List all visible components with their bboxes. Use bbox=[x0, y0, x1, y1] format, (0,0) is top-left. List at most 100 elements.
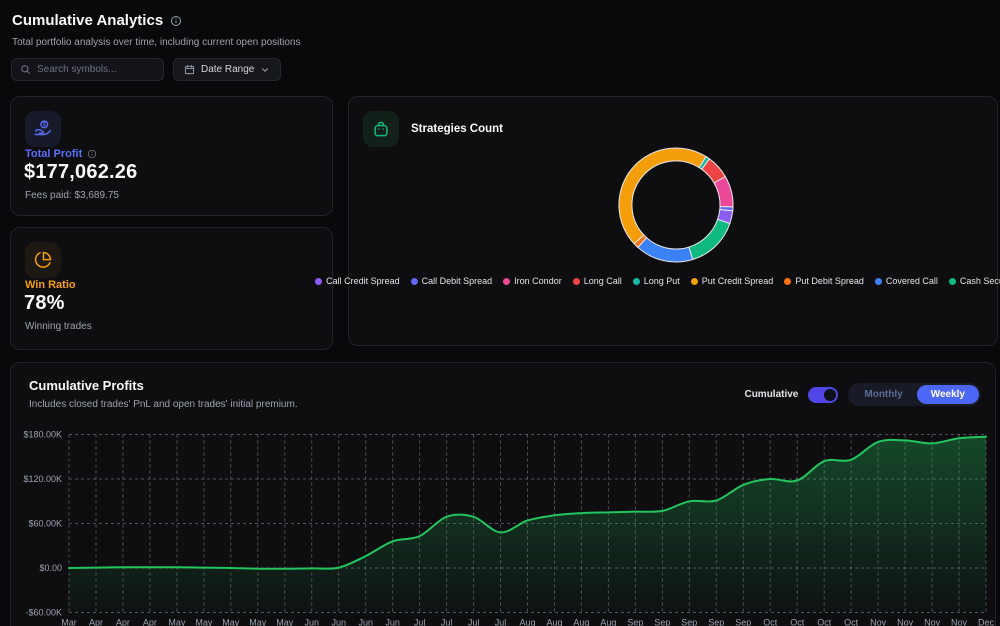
donut-segment[interactable] bbox=[619, 148, 706, 244]
y-axis-tick: $120.00K bbox=[23, 474, 62, 484]
search-box[interactable] bbox=[11, 58, 164, 81]
x-axis-label: Jun bbox=[385, 618, 400, 626]
x-axis-label: Jun bbox=[304, 618, 319, 626]
x-axis-label: Aug bbox=[519, 618, 535, 626]
legend-dot bbox=[949, 278, 956, 285]
fees-paid-note: Fees paid: $3,689.75 bbox=[25, 190, 119, 201]
x-axis-label: Sep bbox=[735, 618, 751, 626]
x-axis-label: Sep bbox=[681, 618, 697, 626]
x-axis-label: May bbox=[222, 618, 240, 626]
x-axis-label: Dec bbox=[978, 618, 995, 626]
total-profit-card: $ Total Profit $177,062.26 Fees paid: $3… bbox=[10, 96, 333, 216]
legend-dot bbox=[633, 278, 640, 285]
total-profit-tile: $ bbox=[25, 111, 61, 147]
x-axis-label: Aug bbox=[600, 618, 616, 626]
donut-segment[interactable] bbox=[714, 177, 733, 208]
win-ratio-value: 78% bbox=[24, 292, 65, 315]
total-profit-value: $177,062.26 bbox=[24, 161, 137, 184]
legend-item[interactable]: Long Put bbox=[633, 276, 680, 286]
x-axis-label: Jun bbox=[358, 618, 373, 626]
legend-dot bbox=[411, 278, 418, 285]
legend-item[interactable]: Call Debit Spread bbox=[411, 276, 493, 286]
area-fill bbox=[69, 437, 986, 613]
legend-item[interactable]: Put Debit Spread bbox=[784, 276, 864, 286]
legend-item[interactable]: Long Call bbox=[573, 276, 622, 286]
legend-label: Call Debit Spread bbox=[422, 276, 493, 286]
total-profit-label: Total Profit bbox=[25, 148, 82, 160]
x-axis-label: Apr bbox=[89, 618, 103, 626]
legend-dot bbox=[573, 278, 580, 285]
legend-item[interactable]: Cash Secured Put bbox=[949, 276, 1000, 286]
legend-label: Put Credit Spread bbox=[702, 276, 774, 286]
legend-dot bbox=[784, 278, 791, 285]
legend-dot bbox=[875, 278, 882, 285]
legend-dot bbox=[503, 278, 510, 285]
x-axis-label: May bbox=[168, 618, 186, 626]
cumulative-analytics-page: Cumulative Analytics Total portfolio ana… bbox=[0, 0, 1000, 626]
x-axis-label: Oct bbox=[790, 618, 805, 626]
legend-dot bbox=[691, 278, 698, 285]
win-ratio-label: Win Ratio bbox=[25, 279, 76, 291]
date-range-label: Date Range bbox=[201, 64, 254, 75]
win-ratio-card: Win Ratio 78% Winning trades bbox=[10, 227, 333, 350]
info-icon[interactable] bbox=[87, 149, 97, 159]
x-axis-label: Apr bbox=[116, 618, 130, 626]
x-axis-label: Mar bbox=[61, 618, 77, 626]
x-axis-label: Sep bbox=[654, 618, 670, 626]
page-subtitle: Total portfolio analysis over time, incl… bbox=[12, 37, 301, 48]
y-axis-tick: -$60.00K bbox=[25, 608, 62, 618]
search-input[interactable] bbox=[37, 64, 155, 75]
x-axis-label: Oct bbox=[817, 618, 832, 626]
legend-item[interactable]: Covered Call bbox=[875, 276, 938, 286]
x-axis-label: Aug bbox=[546, 618, 562, 626]
x-axis-label: Jul bbox=[495, 618, 507, 626]
total-profit-label-row: Total Profit bbox=[25, 148, 97, 160]
calendar-icon bbox=[184, 64, 195, 75]
x-axis-label: May bbox=[195, 618, 213, 626]
pie-chart-icon bbox=[33, 250, 53, 270]
donut-segment[interactable] bbox=[638, 238, 693, 262]
info-icon[interactable] bbox=[170, 15, 182, 27]
legend-dot bbox=[315, 278, 322, 285]
legend-item[interactable]: Put Credit Spread bbox=[691, 276, 774, 286]
x-axis-label: Nov bbox=[897, 618, 914, 626]
legend-label: Long Put bbox=[644, 276, 680, 286]
legend-label: Iron Condor bbox=[514, 276, 562, 286]
cumulative-profits-card: Cumulative Profits Includes closed trade… bbox=[10, 362, 996, 626]
page-title: Cumulative Analytics bbox=[12, 12, 182, 29]
win-ratio-tile bbox=[25, 242, 61, 278]
x-axis-label: May bbox=[276, 618, 294, 626]
strategies-donut-chart[interactable] bbox=[349, 97, 999, 272]
legend-item[interactable]: Call Credit Spread bbox=[315, 276, 400, 286]
legend-label: Cash Secured Put bbox=[960, 276, 1000, 286]
date-range-button[interactable]: Date Range bbox=[173, 58, 281, 81]
chevron-down-icon bbox=[260, 65, 270, 75]
legend-label: Call Credit Spread bbox=[326, 276, 400, 286]
legend-label: Long Call bbox=[584, 276, 622, 286]
x-axis-label: Aug bbox=[573, 618, 589, 626]
cumulative-profits-chart[interactable]: $180.00K$120.00K$60.00K$0.00-$60.00KMarA… bbox=[11, 363, 997, 626]
donut-segment[interactable] bbox=[689, 219, 730, 259]
page-title-text: Cumulative Analytics bbox=[12, 12, 163, 29]
strategies-count-card: Strategies Count Call Credit SpreadCall … bbox=[348, 96, 998, 346]
x-axis-label: Nov bbox=[924, 618, 941, 626]
win-ratio-label-row: Win Ratio bbox=[25, 279, 76, 291]
legend-label: Put Debit Spread bbox=[795, 276, 864, 286]
hand-coin-icon: $ bbox=[33, 119, 53, 139]
x-axis-label: Jul bbox=[468, 618, 480, 626]
x-axis-label: Oct bbox=[844, 618, 859, 626]
x-axis-label: Nov bbox=[870, 618, 887, 626]
x-axis-label: May bbox=[249, 618, 267, 626]
y-axis-tick: $0.00 bbox=[39, 563, 62, 573]
x-axis-label: Sep bbox=[627, 618, 643, 626]
svg-text:$: $ bbox=[43, 122, 46, 128]
y-axis-tick: $60.00K bbox=[28, 519, 62, 529]
legend-label: Covered Call bbox=[886, 276, 938, 286]
donut-legend: Call Credit SpreadCall Debit SpreadIron … bbox=[349, 276, 999, 286]
x-axis-label: Jul bbox=[441, 618, 453, 626]
legend-item[interactable]: Iron Condor bbox=[503, 276, 562, 286]
x-axis-label: Apr bbox=[143, 618, 157, 626]
x-axis-label: Jul bbox=[414, 618, 426, 626]
winning-trades-note: Winning trades bbox=[25, 321, 92, 332]
search-icon bbox=[20, 64, 31, 75]
